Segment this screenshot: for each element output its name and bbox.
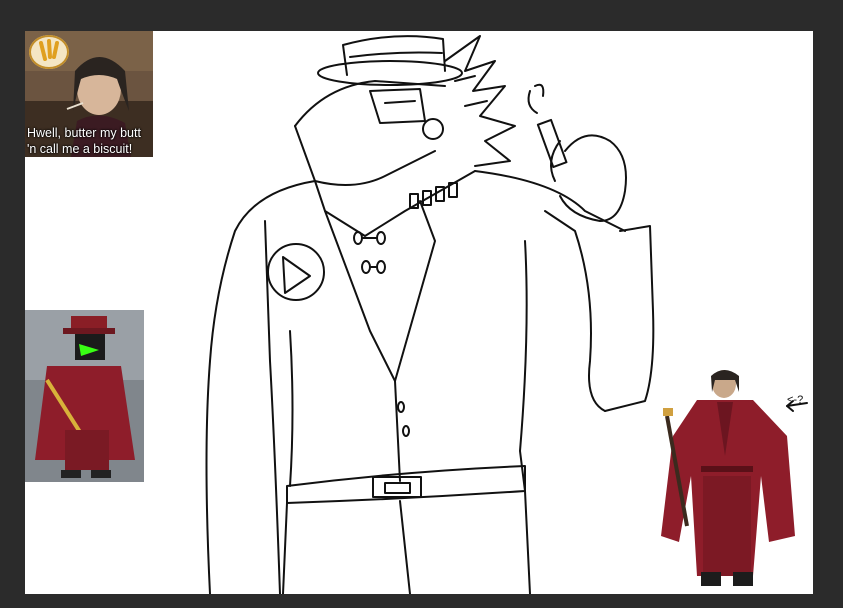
roblox-avatar [25, 310, 144, 482]
speech-bubble-exclamation-icon [29, 35, 69, 69]
meme-reference-image: Hwell, butter my butt 'n call me a biscu… [25, 31, 153, 157]
arrow-annotation: <-? [787, 394, 804, 406]
meme-caption-line-1: Hwell, butter my butt [27, 126, 141, 140]
meme-caption: Hwell, butter my butt 'n call me a biscu… [25, 125, 153, 157]
meme-caption-line-2: 'n call me a biscuit! [27, 142, 133, 156]
roblox-avatar-reference-image [25, 310, 144, 482]
drawing-canvas[interactable]: Hwell, butter my butt 'n call me a biscu… [25, 31, 813, 594]
